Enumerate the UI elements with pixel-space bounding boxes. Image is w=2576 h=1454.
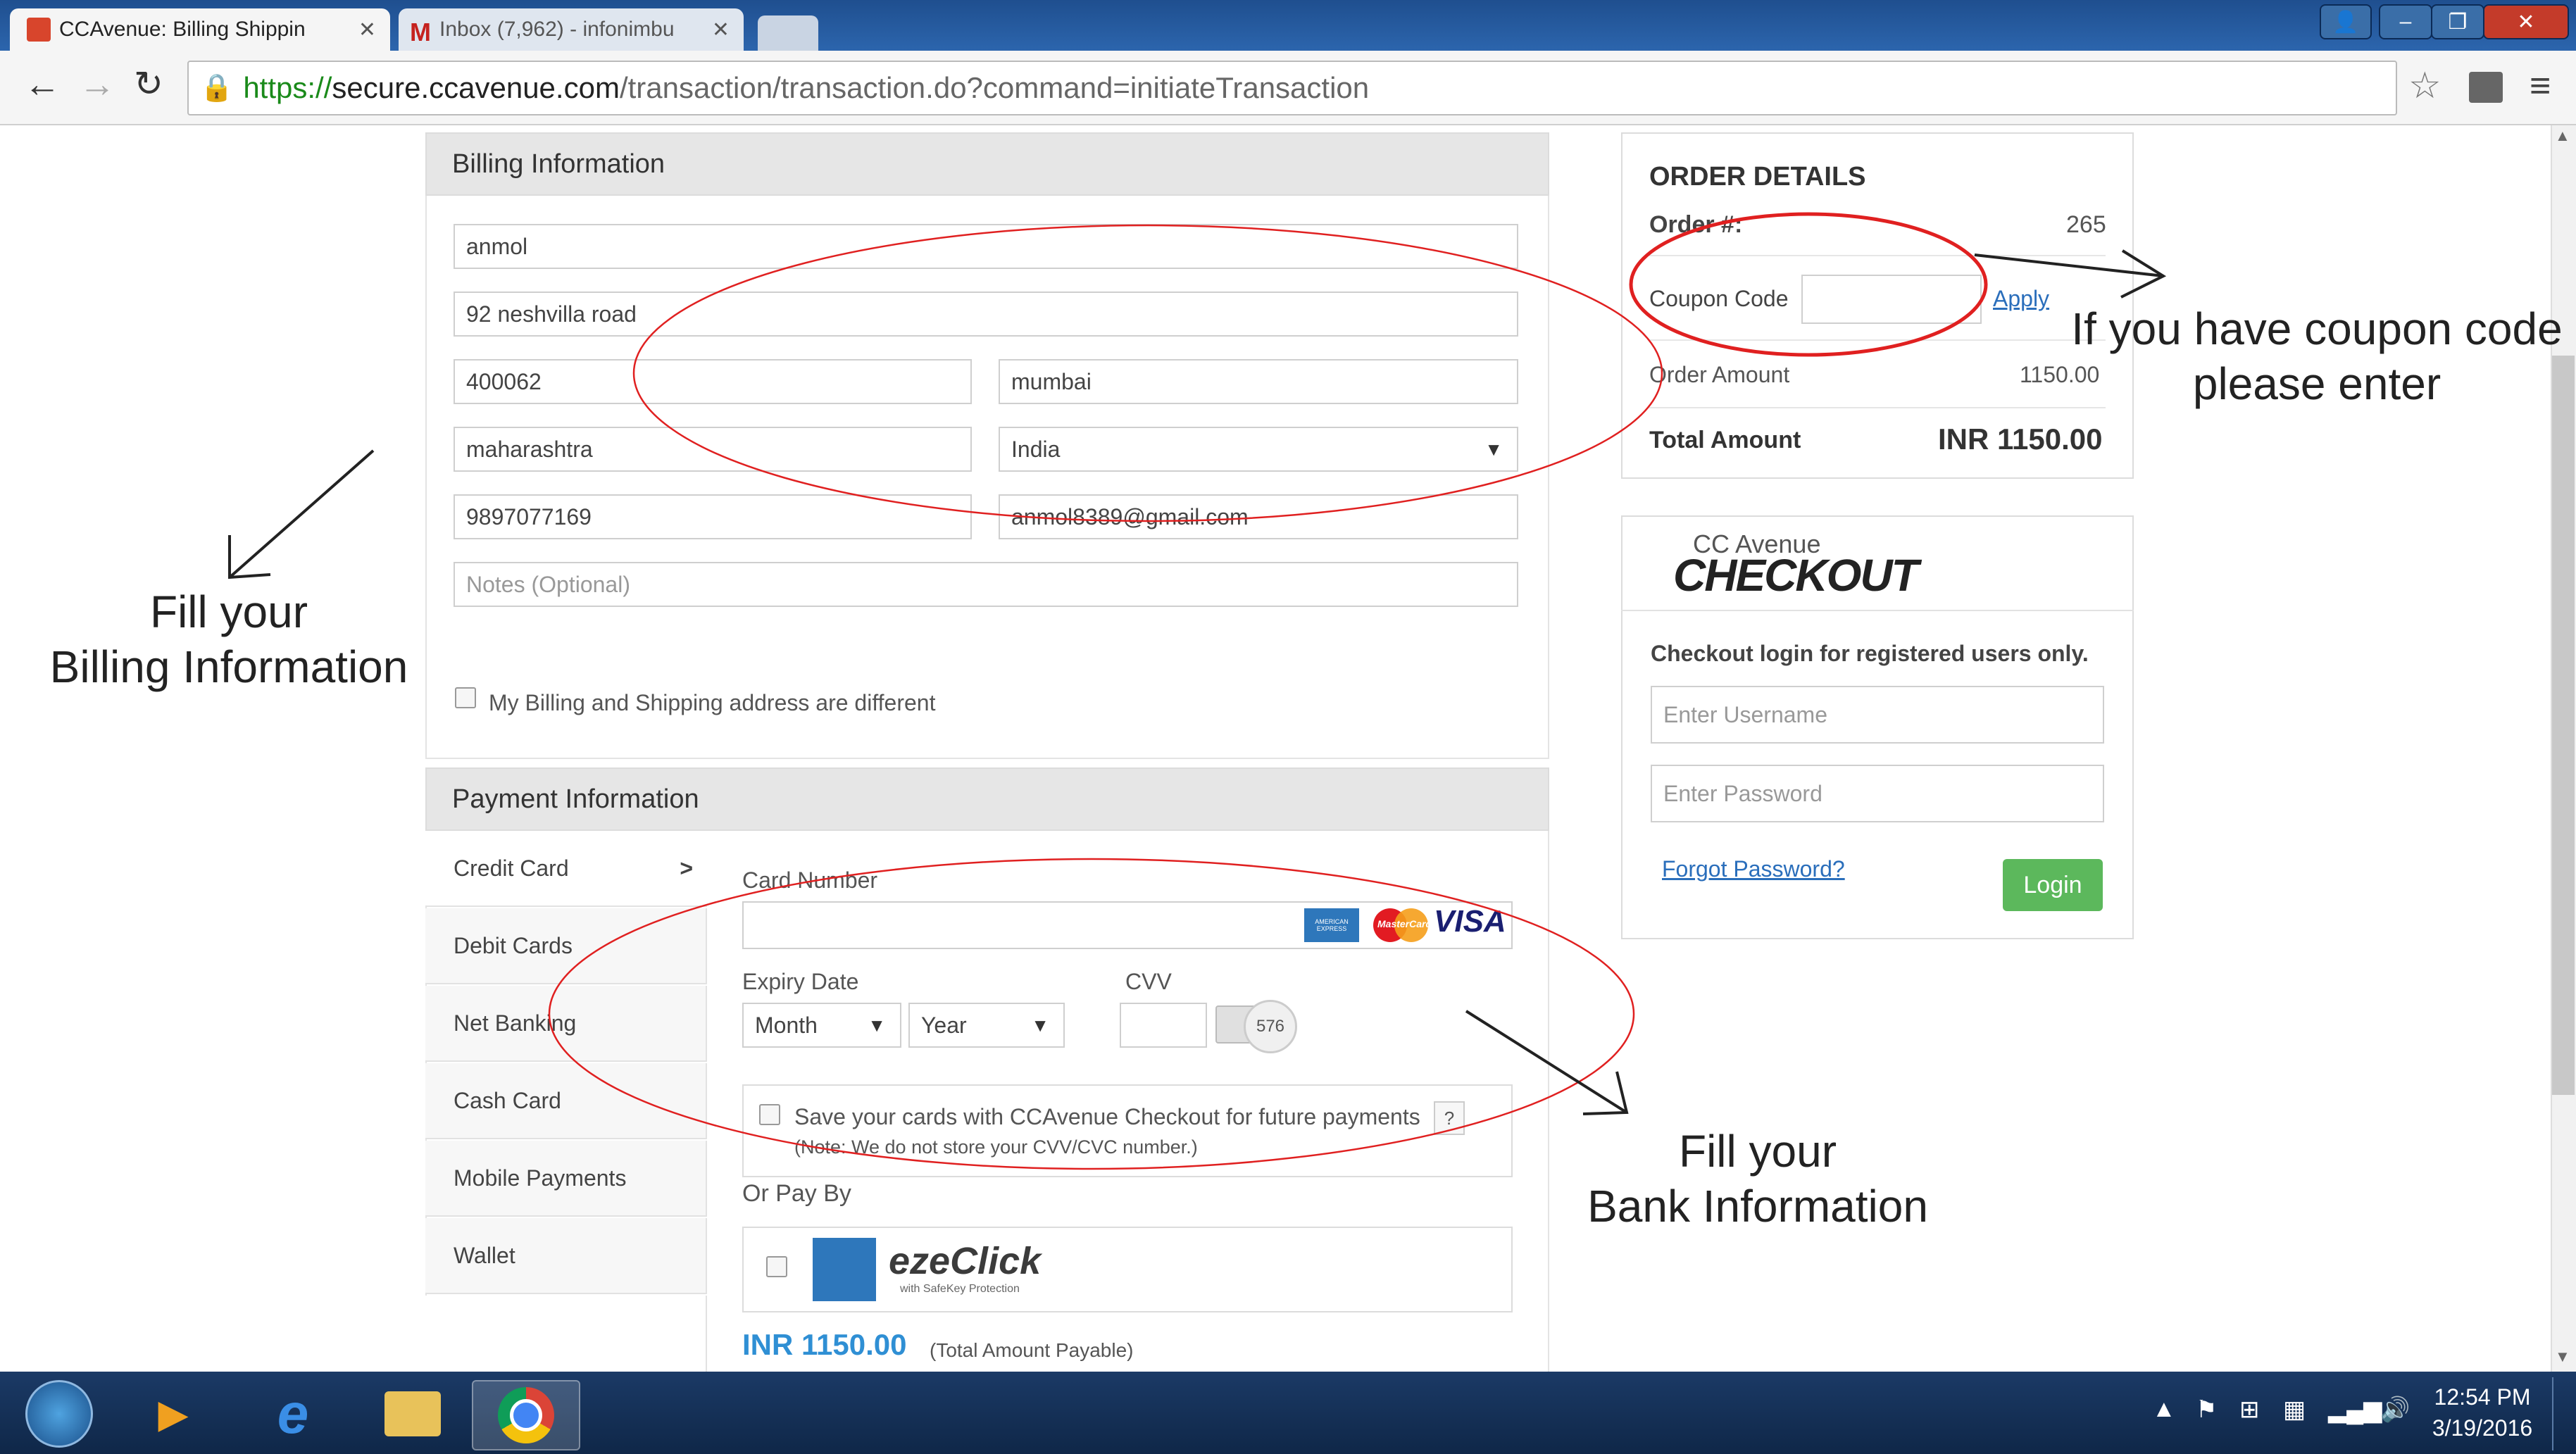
annotation-line: If you have coupon code	[2071, 303, 2563, 354]
media-player-icon[interactable]: ▶	[138, 1380, 208, 1448]
start-button[interactable]	[24, 1380, 94, 1448]
signal-icon[interactable]: ▂▄▆	[2328, 1396, 2382, 1424]
clock[interactable]: 12:54 PM 3/19/2016	[2422, 1381, 2542, 1443]
show-hidden-icons-icon[interactable]: ▲	[2152, 1396, 2176, 1423]
windows-icon[interactable]: ⊞	[2239, 1396, 2260, 1424]
annotation-line: Bank Information	[1587, 1181, 1928, 1231]
clock-time: 12:54 PM	[2434, 1384, 2531, 1410]
billing-annotation: Fill your Billing Information	[28, 584, 430, 694]
annotation-line: please enter	[2192, 358, 2441, 409]
billing-arrow	[228, 449, 375, 579]
chrome-icon[interactable]	[472, 1380, 580, 1450]
action-center-flag-icon[interactable]: ⚑	[2196, 1396, 2217, 1424]
show-desktop-button[interactable]	[2552, 1377, 2575, 1450]
network-icon[interactable]: ▦	[2283, 1396, 2306, 1424]
volume-icon[interactable]: 🔊	[2380, 1396, 2410, 1424]
coupon-highlight-ellipse	[1629, 212, 1988, 357]
bank-annotation: Fill your Bank Information	[1553, 1124, 1962, 1234]
billing-highlight-ellipse	[632, 224, 1663, 522]
annotation-line: Fill your	[149, 587, 308, 637]
annotation-layer	[228, 212, 2167, 1170]
clock-date: 3/19/2016	[2432, 1415, 2533, 1441]
annotation-line: Billing Information	[49, 641, 408, 692]
file-explorer-icon[interactable]	[377, 1380, 448, 1448]
annotation-line: Fill your	[1678, 1126, 1837, 1177]
coupon-annotation: If you have coupon code please enter	[2056, 301, 2576, 411]
internet-explorer-icon[interactable]: e	[258, 1380, 328, 1448]
bank-arrow	[1465, 1010, 1628, 1114]
